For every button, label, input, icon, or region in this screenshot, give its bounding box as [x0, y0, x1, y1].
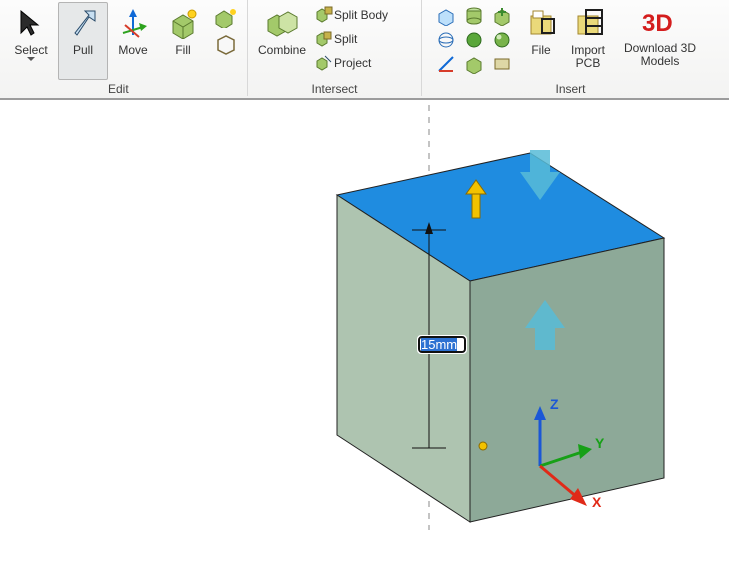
axis-x-label: X — [592, 494, 601, 510]
ribbon-group-intersect: Combine Split Body Split Project Interse… — [248, 0, 422, 96]
insert-group-label: Insert — [422, 82, 719, 96]
insert-cylinder-icon[interactable] — [464, 6, 484, 29]
intersect-group-label: Intersect — [248, 82, 421, 96]
split-body-icon — [314, 5, 334, 26]
import-pcb-button[interactable]: Import PCB — [564, 2, 612, 80]
download-3d-label: Download 3D Models — [615, 42, 705, 68]
combine-label: Combine — [253, 44, 311, 57]
insert-cube-small-icon[interactable] — [464, 54, 484, 77]
move-label: Move — [109, 44, 157, 57]
select-label: Select — [7, 44, 55, 57]
dropdown-caret-icon — [27, 57, 35, 61]
model-render — [0, 100, 729, 570]
project-icon — [314, 53, 334, 74]
file-label: File — [519, 44, 563, 57]
pull-arrow-icon — [59, 7, 107, 42]
insert-sphere-wire-icon[interactable] — [436, 30, 456, 53]
download-3d-icon: 3D — [615, 7, 705, 40]
insert-axes-small-icon[interactable] — [436, 54, 456, 77]
ribbon-toolbar: Select Pull Move — [0, 0, 729, 100]
svg-text:3D: 3D — [642, 10, 673, 37]
axis-z-label: Z — [550, 396, 559, 412]
move-axes-icon — [109, 7, 157, 42]
viewport-3d[interactable]: Z Y X — [0, 100, 729, 570]
select-button[interactable]: Select — [6, 2, 56, 80]
fill-button[interactable]: Fill — [158, 2, 208, 80]
download-3d-button[interactable]: 3D Download 3D Models — [614, 2, 706, 80]
project-button[interactable]: Project — [314, 52, 418, 74]
insert-misc-icon[interactable] — [492, 54, 512, 77]
pull-button[interactable]: Pull — [58, 2, 108, 80]
split-body-label: Split Body — [334, 8, 418, 22]
pull-label: Pull — [59, 44, 107, 57]
insert-plus-solid-icon[interactable] — [492, 6, 512, 29]
ribbon-group-insert: File Import PCB 3D Download 3D Models In… — [422, 0, 719, 96]
import-pcb-icon — [565, 7, 611, 42]
split-icon — [314, 29, 334, 50]
split-label: Split — [334, 32, 418, 46]
small-tool-2-icon[interactable] — [214, 34, 236, 59]
axis-y-label: Y — [595, 435, 604, 451]
import-pcb-label: Import PCB — [565, 44, 611, 70]
fill-box-icon — [159, 7, 207, 42]
split-button[interactable]: Split — [314, 28, 418, 50]
fill-label: Fill — [159, 44, 207, 57]
project-label: Project — [334, 56, 418, 70]
combine-button[interactable]: Combine — [252, 2, 312, 80]
small-tool-1-icon[interactable] — [214, 8, 238, 31]
move-button[interactable]: Move — [108, 2, 158, 80]
file-button[interactable]: File — [518, 2, 564, 80]
insert-cube-icon[interactable] — [436, 6, 456, 29]
combine-icon — [253, 7, 311, 42]
split-body-button[interactable]: Split Body — [314, 4, 418, 26]
dimension-input[interactable] — [418, 336, 466, 353]
insert-sphere-shaded-icon[interactable] — [492, 30, 512, 53]
insert-sphere-icon[interactable] — [464, 30, 484, 53]
cursor-icon — [7, 7, 55, 42]
edit-group-label: Edit — [108, 82, 129, 96]
file-icon — [519, 7, 563, 42]
ribbon-group-edit: Select Pull Move — [0, 0, 248, 96]
